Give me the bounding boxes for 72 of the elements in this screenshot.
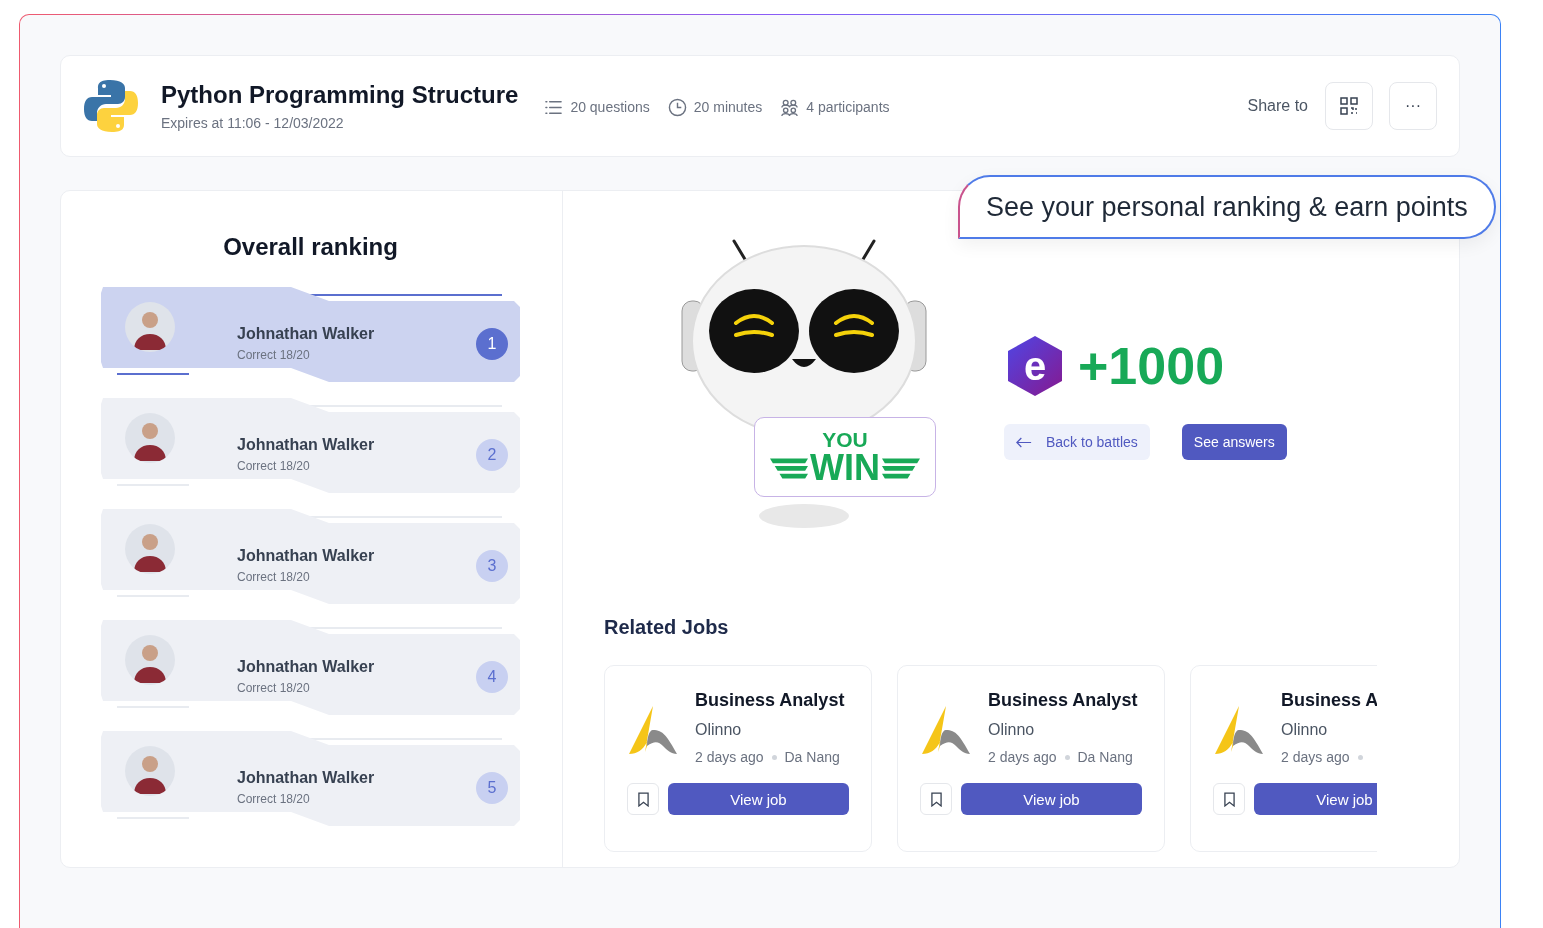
python-logo-icon	[83, 78, 139, 134]
company-name: Olinno	[1281, 721, 1329, 739]
participant-name: Johnathan Walker	[237, 325, 375, 343]
view-job-button[interactable]: View job	[1254, 783, 1377, 815]
company-name: Olinno	[695, 721, 743, 739]
ranking-row[interactable]: Johnathan Walker Correct 18/20 4	[101, 620, 520, 715]
rank-badge: 4	[476, 660, 508, 693]
avatar	[125, 412, 175, 463]
bookmark-button[interactable]	[627, 783, 659, 815]
bookmark-button[interactable]	[1213, 783, 1245, 815]
rank-badge: 5	[476, 771, 508, 804]
share-label: Share to	[1247, 97, 1308, 115]
score-text: Correct 18/20	[237, 348, 311, 362]
callout-banner: See your personal ranking & earn points	[958, 175, 1496, 239]
people-icon	[780, 97, 800, 117]
ranking-row[interactable]: Johnathan Walker Correct 18/20 2	[101, 398, 520, 493]
clock-icon	[667, 97, 687, 117]
bookmark-icon	[930, 791, 942, 807]
score-text: Correct 18/20	[237, 792, 311, 806]
posted-time: 2 days ago	[988, 749, 1057, 765]
score-text: Correct 18/20	[237, 570, 311, 584]
ranking-row[interactable]: Johnathan Walker Correct 18/20 5	[101, 731, 520, 826]
avatar	[125, 634, 175, 685]
view-job-button[interactable]: View job	[668, 783, 849, 815]
company-logo-icon	[920, 704, 972, 756]
ranking-title: Overall ranking	[222, 233, 399, 261]
score-text: Correct 18/20	[237, 459, 311, 473]
participant-name: Johnathan Walker	[237, 769, 375, 787]
back-button[interactable]: Back to battles	[1004, 424, 1150, 460]
sign-text-you: YOU	[822, 428, 868, 450]
view-job-button[interactable]: View job	[961, 783, 1142, 815]
bookmark-icon	[1223, 791, 1235, 807]
participant-name: Johnathan Walker	[237, 436, 375, 454]
stat-text: 20 questions	[570, 99, 650, 115]
job-title: Business Analyst	[988, 690, 1138, 711]
stat-text: 4 participants	[806, 99, 890, 115]
stat-text: 20 minutes	[693, 99, 763, 115]
participant-name: Johnathan Walker	[237, 547, 375, 565]
section-title: Related Jobs	[604, 616, 730, 639]
bookmark-button[interactable]	[920, 783, 952, 815]
see-answers-button[interactable]: See answers	[1181, 424, 1287, 460]
arrow-left-icon	[1016, 436, 1032, 448]
separator-dot	[1064, 754, 1070, 760]
score-text: Correct 18/20	[237, 681, 311, 695]
qr-code-button[interactable]	[1325, 82, 1373, 130]
ranking-row[interactable]: Johnathan Walker Correct 18/20 1	[101, 287, 520, 382]
bookmark-icon	[637, 791, 649, 807]
quiz-title: Python Programming Structure	[161, 81, 519, 109]
sign-text-win: WIN	[810, 449, 880, 486]
job-location: Da Nang	[784, 749, 840, 765]
participant-name: Johnathan Walker	[237, 658, 375, 676]
ranking-row[interactable]: Johnathan Walker Correct 18/20 3	[101, 509, 520, 604]
job-title: Business Analyst	[695, 690, 845, 711]
company-name: Olinno	[988, 721, 1036, 739]
expiry-text: Expires at 11:06 - 12/03/2022	[161, 115, 345, 131]
coin-badge: e	[1008, 336, 1062, 396]
job-location: Da Nang	[1077, 749, 1133, 765]
rank-badge: 1	[476, 327, 508, 360]
avatar	[125, 523, 175, 574]
more-button[interactable]: ···	[1389, 82, 1437, 130]
posted-time: 2 days ago	[1281, 749, 1350, 765]
posted-time: 2 days ago	[695, 749, 764, 765]
company-logo-icon	[627, 704, 679, 756]
separator-dot	[1357, 754, 1363, 760]
avatar	[125, 745, 175, 796]
rank-badge: 2	[476, 438, 508, 471]
company-logo-icon	[1213, 704, 1265, 756]
rank-badge: 3	[476, 549, 508, 582]
points-text: +1000	[1078, 336, 1225, 396]
qr-code-icon	[1340, 97, 1358, 115]
avatar	[125, 301, 175, 352]
separator-dot	[771, 754, 777, 760]
